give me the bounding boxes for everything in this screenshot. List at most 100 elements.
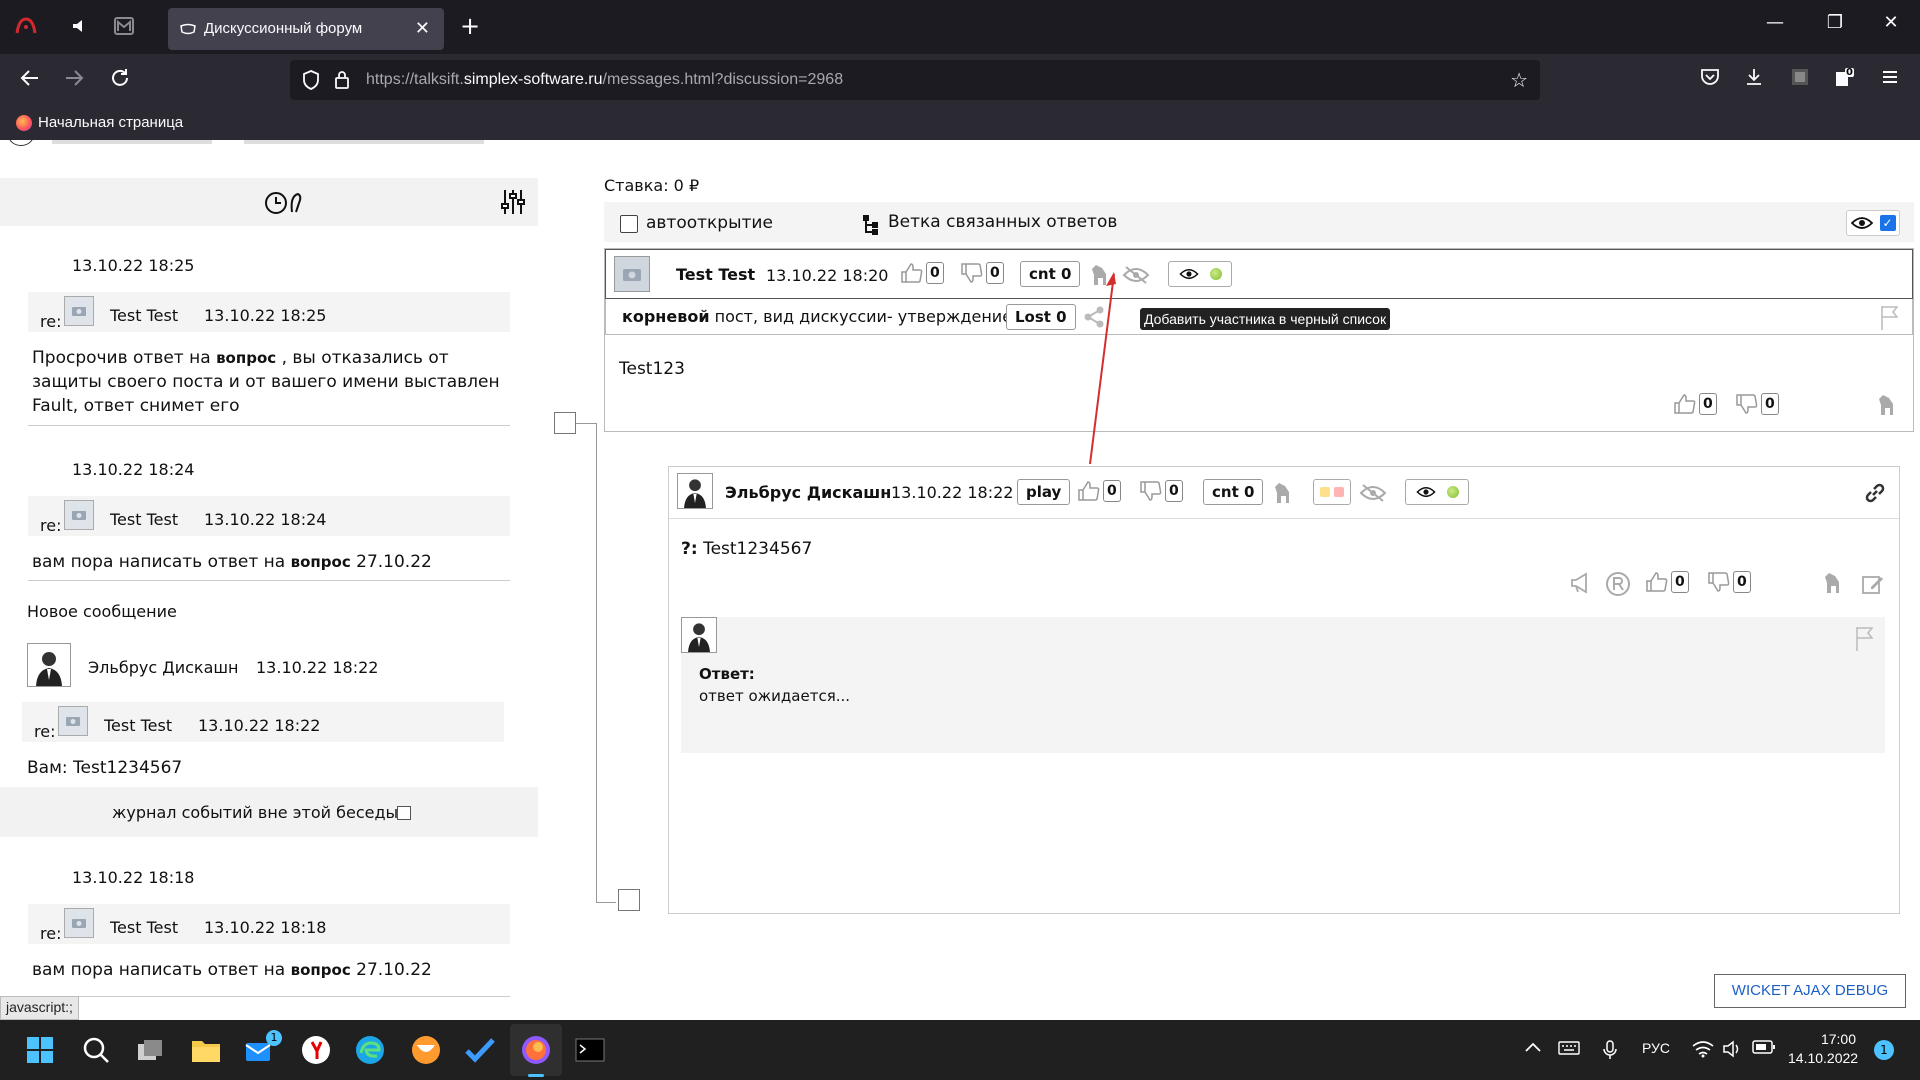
pinned-tab-audio-icon[interactable]	[68, 14, 92, 38]
hide-eye-icon[interactable]	[1122, 265, 1150, 289]
mail-app-icon[interactable]: 1	[244, 1030, 282, 1066]
event-reply-ref[interactable]: re: Test Test 13.10.22 18:25	[28, 292, 510, 332]
author-avatar[interactable]	[681, 617, 717, 653]
cnt-badge[interactable]: cnt 0	[1020, 261, 1081, 287]
re-author[interactable]: Test Test	[104, 716, 172, 735]
keyboard-icon[interactable]	[1558, 1040, 1580, 1059]
dog-icon[interactable]	[1823, 571, 1845, 599]
bookmark-star-icon[interactable]: ☆	[1510, 68, 1528, 92]
firefox-icon[interactable]	[520, 1034, 552, 1066]
lost-badge[interactable]: Lost 0	[1006, 304, 1076, 330]
visibility-checkbox[interactable]: ✓	[1879, 215, 1896, 231]
lock-icon[interactable]	[334, 70, 350, 94]
author-name[interactable]: Эльбрус Дискашн	[88, 658, 238, 677]
filter-sliders-icon[interactable]	[500, 188, 526, 222]
fox-app-icon[interactable]	[410, 1034, 442, 1066]
bookmark-home[interactable]: Начальная страница	[16, 114, 183, 131]
pink-swatch	[1334, 487, 1344, 497]
new-tab-button[interactable]: +	[460, 12, 480, 40]
menu-hamburger-icon[interactable]	[1876, 67, 1904, 95]
flag-icon[interactable]	[1880, 304, 1900, 334]
system-clock[interactable]: 17:00 14.10.2022	[1788, 1030, 1858, 1068]
active-tab[interactable]: Дискуссионный форум ✕	[168, 8, 444, 50]
like-vote[interactable]: 0	[1673, 393, 1717, 415]
tree-node-toggle[interactable]	[618, 889, 640, 911]
dislike-vote[interactable]: 0	[1735, 393, 1779, 415]
wifi-icon[interactable]	[1692, 1040, 1714, 1061]
question-link[interactable]: вопрос	[291, 553, 351, 571]
pinned-tab-icon[interactable]	[14, 14, 38, 38]
color-status-group[interactable]	[1313, 479, 1351, 505]
registered-icon[interactable]	[1605, 571, 1631, 601]
history-clock-icon[interactable]	[264, 190, 308, 222]
dislike-vote[interactable]: 0	[960, 262, 1004, 284]
camera-avatar-icon[interactable]	[614, 256, 650, 292]
terminal-icon[interactable]	[574, 1034, 606, 1066]
journal-checkbox[interactable]	[397, 806, 411, 820]
url-text[interactable]: https://talksift.simplex-software.ru/mes…	[366, 71, 843, 89]
visibility-status-group[interactable]	[1168, 261, 1232, 287]
microphone-icon[interactable]	[1602, 1040, 1618, 1063]
re-author[interactable]: Test Test	[110, 306, 178, 325]
event-reply-ref[interactable]: re: Test Test 13.10.22 18:22	[22, 702, 504, 742]
reload-icon[interactable]	[106, 67, 134, 95]
author-avatar[interactable]	[27, 643, 71, 687]
autoopen-checkbox[interactable]	[620, 215, 638, 233]
pocket-icon[interactable]	[1696, 67, 1724, 95]
event-reply-ref[interactable]: re: Test Test 13.10.22 18:18	[28, 904, 510, 944]
re-author[interactable]: Test Test	[110, 510, 178, 529]
dog-icon[interactable]	[1877, 393, 1899, 421]
search-icon[interactable]	[80, 1034, 112, 1066]
play-button[interactable]: play	[1017, 479, 1071, 505]
edit-icon[interactable]	[1861, 573, 1885, 599]
notification-badge[interactable]: 1	[1874, 1040, 1894, 1060]
start-windows-icon[interactable]	[24, 1034, 56, 1066]
wicket-ajax-debug-button[interactable]: WICKET AJAX DEBUG	[1714, 974, 1906, 1008]
question-link[interactable]: вопрос	[291, 961, 351, 979]
window-restore-button[interactable]: ❐	[1820, 12, 1850, 33]
input-language[interactable]: РУС	[1642, 1040, 1670, 1056]
tray-chevron-up-icon[interactable]	[1524, 1040, 1542, 1057]
branch-tree-icon[interactable]	[862, 214, 880, 240]
event-reply-ref[interactable]: re: Test Test 13.10.22 18:24	[28, 496, 510, 536]
visibility-toggle[interactable]: ✓	[1846, 210, 1900, 236]
tree-node-toggle[interactable]	[554, 412, 576, 434]
like-vote[interactable]: 0	[900, 262, 944, 284]
cnt-badge[interactable]: cnt 0	[1203, 479, 1264, 505]
like-vote[interactable]: 0	[1645, 571, 1689, 593]
url-bar[interactable]: https://talksift.simplex-software.ru/mes…	[290, 60, 1540, 100]
post-author[interactable]: Test Test	[676, 265, 755, 284]
extension-icon[interactable]	[1786, 67, 1814, 95]
pinned-tab-mail-icon[interactable]	[112, 14, 136, 38]
thumbs-down-icon	[1708, 572, 1730, 592]
link-icon[interactable]	[1863, 481, 1887, 509]
yandex-browser-icon[interactable]	[300, 1034, 332, 1066]
window-close-button[interactable]: ✕	[1876, 12, 1906, 33]
question-link[interactable]: вопрос	[216, 349, 276, 367]
megaphone-icon[interactable]	[1569, 571, 1593, 599]
dislike-vote[interactable]: 0	[1707, 571, 1751, 593]
volume-icon[interactable]	[1722, 1040, 1742, 1061]
extension-badge-icon[interactable]: 0	[1830, 67, 1858, 95]
back-arrow-icon[interactable]	[16, 67, 44, 95]
edge-icon[interactable]	[354, 1034, 386, 1066]
flag-icon[interactable]	[1855, 625, 1875, 655]
forward-arrow-icon[interactable]	[60, 67, 88, 95]
todo-check-icon[interactable]	[464, 1034, 496, 1066]
tracking-shield-icon[interactable]	[302, 70, 320, 94]
tree-branch-label[interactable]: Ветка связанных ответов	[888, 212, 1117, 232]
downloads-icon[interactable]	[1740, 67, 1768, 95]
author-avatar[interactable]	[677, 473, 713, 509]
file-explorer-icon[interactable]	[190, 1034, 222, 1066]
window-minimize-button[interactable]: —	[1760, 12, 1790, 33]
battery-icon[interactable]	[1752, 1040, 1776, 1057]
dislike-vote[interactable]: 0	[1139, 480, 1183, 502]
task-view-icon[interactable]	[134, 1034, 166, 1066]
visibility-status-group[interactable]	[1405, 479, 1469, 505]
like-vote[interactable]: 0	[1077, 480, 1121, 502]
dog-icon[interactable]	[1273, 481, 1295, 509]
post-author[interactable]: Эльбрус Дискашн	[725, 483, 891, 502]
hide-eye-icon[interactable]	[1359, 483, 1387, 507]
re-author[interactable]: Test Test	[110, 918, 178, 937]
tab-close-icon[interactable]: ✕	[415, 18, 430, 39]
